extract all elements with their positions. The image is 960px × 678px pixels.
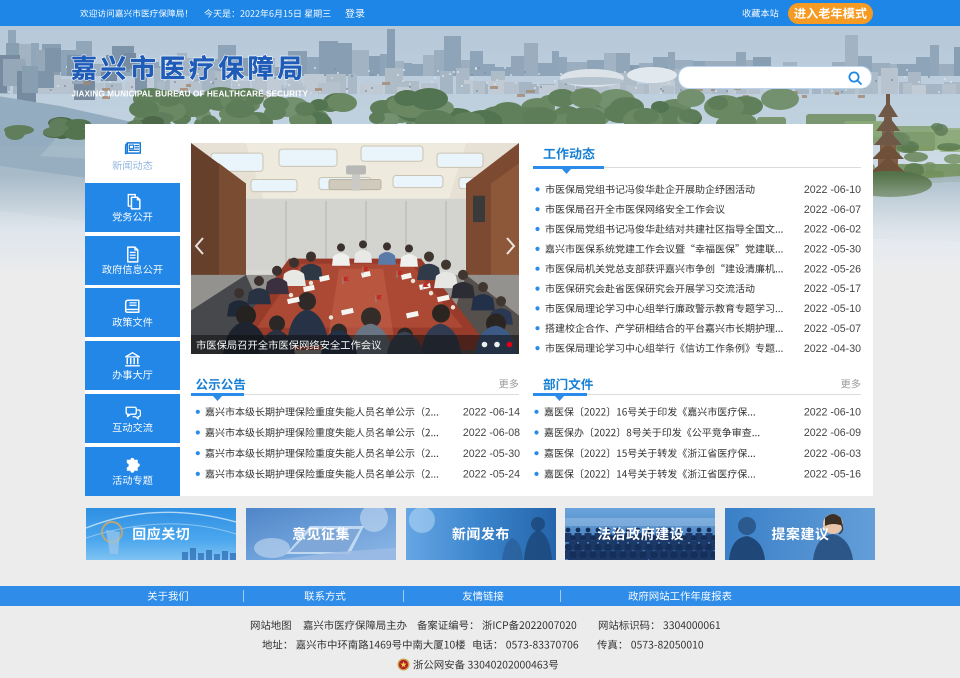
svg-text:2022 -05-10: 2022 -05-10: [804, 303, 861, 315]
svg-text:2022 -06-10: 2022 -06-10: [804, 184, 861, 196]
svg-text:2022 -05-16: 2022 -05-16: [804, 469, 861, 481]
svg-text:2022 -05-17: 2022 -05-17: [804, 283, 861, 295]
svg-text:2022 -06-08: 2022 -06-08: [463, 427, 520, 439]
svg-text:2022 -06-03: 2022 -06-03: [804, 448, 861, 460]
svg-text:2022 -06-07: 2022 -06-07: [804, 204, 861, 216]
svg-text:2022 -06-10: 2022 -06-10: [804, 407, 861, 419]
svg-text:2022 -05-26: 2022 -05-26: [804, 263, 861, 275]
svg-text:2022 -04-30: 2022 -04-30: [804, 343, 861, 355]
svg-text:JIAXING MUNICIPAL BUREAU OF HE: JIAXING MUNICIPAL BUREAU OF HEALTHCARE S…: [72, 90, 309, 99]
svg-text:2022 -05-30: 2022 -05-30: [463, 448, 520, 460]
svg-text:2022 -05-24: 2022 -05-24: [463, 469, 520, 481]
svg-text:2022 -06-09: 2022 -06-09: [804, 427, 861, 439]
svg-text:2022 -05-30: 2022 -05-30: [804, 244, 861, 256]
svg-text:2022 -05-07: 2022 -05-07: [804, 323, 861, 335]
svg-text:2022 -06-14: 2022 -06-14: [463, 407, 520, 419]
svg-text:2022 -06-02: 2022 -06-02: [804, 224, 861, 236]
